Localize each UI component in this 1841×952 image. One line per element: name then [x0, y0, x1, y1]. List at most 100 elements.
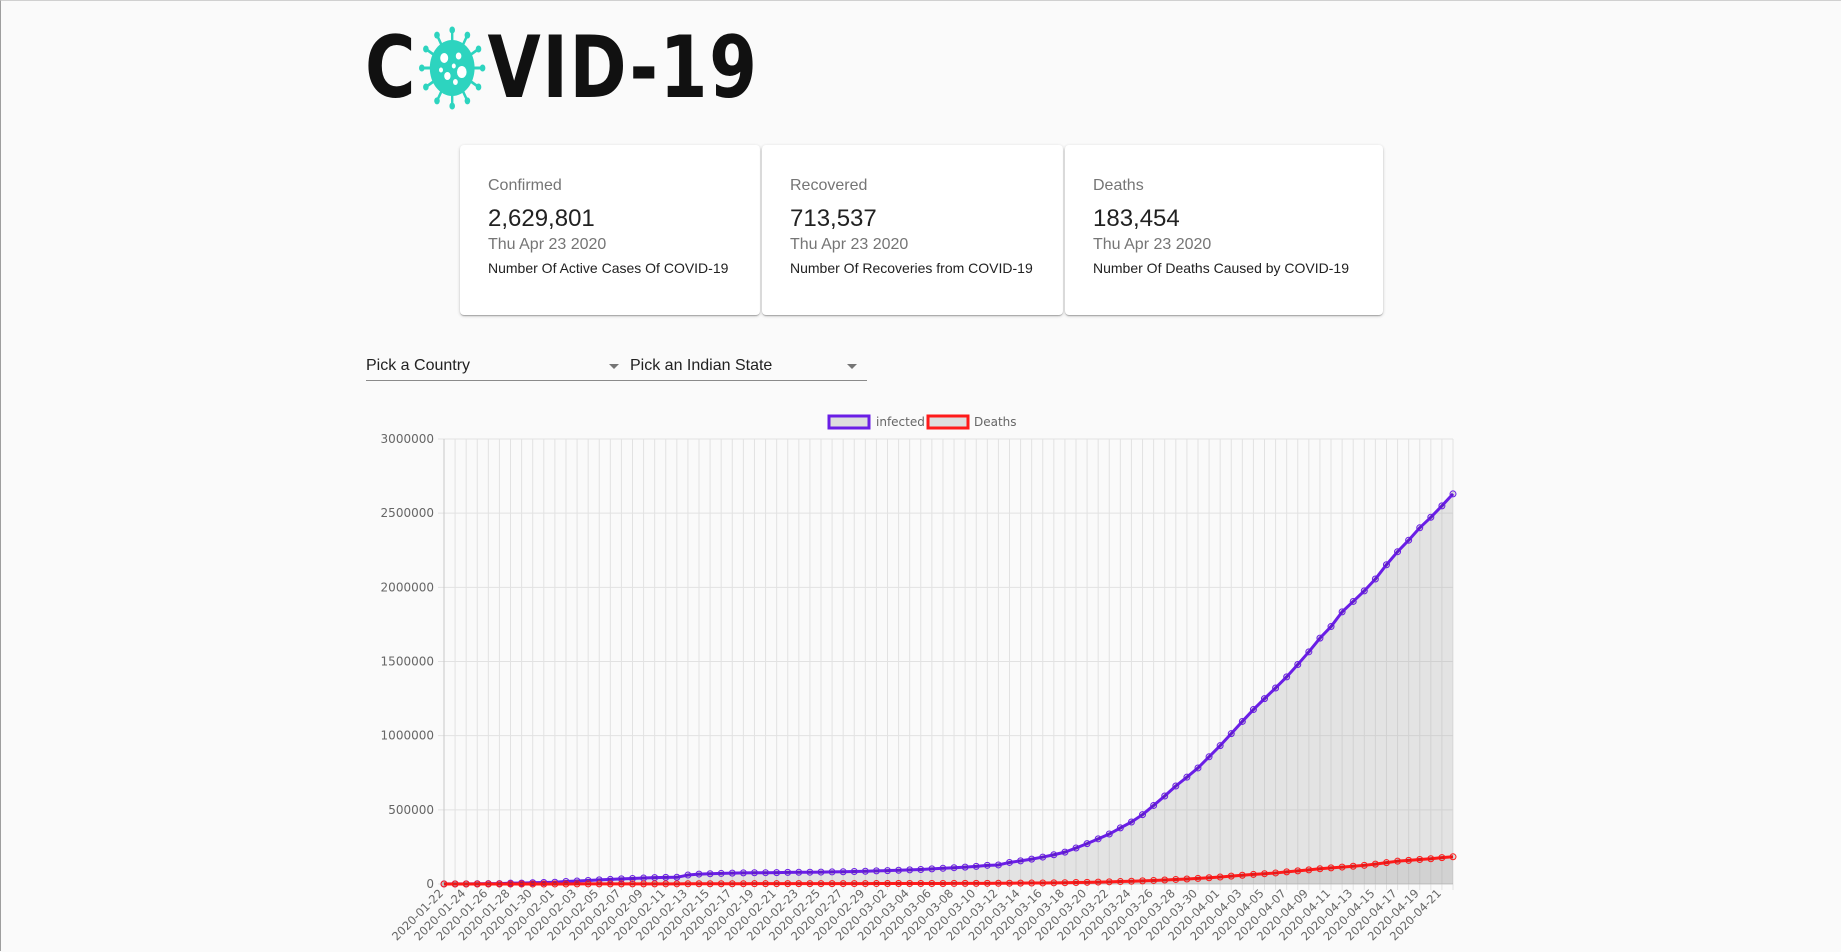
data-point-deaths: [1072, 879, 1080, 887]
virus-spot: [439, 67, 444, 73]
data-point-infected: [695, 870, 703, 878]
data-point-infected: [1161, 792, 1169, 800]
logo-text-right: VID-19: [487, 18, 759, 118]
data-point-infected: [1316, 634, 1324, 642]
data-point-deaths: [695, 880, 703, 888]
data-point-infected: [1072, 844, 1080, 852]
virus-spot: [455, 52, 462, 60]
data-point-deaths: [817, 880, 825, 888]
data-point-deaths: [651, 880, 659, 888]
data-point-deaths: [795, 880, 803, 888]
data-point-deaths: [1371, 860, 1379, 868]
data-point-deaths: [1127, 877, 1135, 885]
data-point-deaths: [917, 880, 925, 888]
card-value: 2,629,801: [488, 205, 595, 232]
card-label: Confirmed: [488, 177, 562, 194]
data-point-infected: [1249, 706, 1257, 714]
data-point-infected: [1405, 536, 1413, 544]
filter-selects: Pick a Country Pick an Indian State: [366, 351, 867, 381]
virus-spot: [451, 63, 456, 69]
data-point-deaths: [1272, 869, 1280, 877]
virus-spike-tip: [464, 31, 471, 39]
x-axis: 2020-01-222020-01-242020-01-262020-01-28…: [389, 886, 1444, 943]
data-point-infected: [1261, 695, 1269, 703]
data-point-deaths: [1261, 870, 1269, 878]
data-point-deaths: [1449, 853, 1457, 861]
data-point-deaths: [739, 880, 747, 888]
virus-spike-tip: [423, 45, 429, 53]
data-point-deaths: [1028, 879, 1036, 887]
data-point-deaths: [529, 880, 537, 888]
data-point-infected: [1005, 858, 1013, 866]
data-point-infected: [1216, 742, 1224, 750]
data-point-deaths: [784, 880, 792, 888]
card-label: Recovered: [790, 177, 868, 194]
data-point-infected: [1183, 773, 1191, 781]
data-point-infected: [1150, 801, 1158, 809]
virus-spike-tip: [449, 102, 456, 110]
data-point-deaths: [1183, 875, 1191, 883]
data-point-deaths: [1394, 857, 1402, 865]
recovered-card: Recovered 713,537 Thu Apr 23 2020 Number…: [762, 145, 1063, 315]
data-point-infected: [972, 862, 980, 870]
data-point-infected: [1227, 730, 1235, 738]
data-point-infected: [917, 865, 925, 873]
data-point-infected: [1094, 835, 1102, 843]
data-point-deaths: [1116, 878, 1124, 886]
card-date: Thu Apr 23 2020: [790, 236, 909, 253]
data-point-deaths: [1050, 879, 1058, 887]
virus-spike-tip: [464, 97, 471, 105]
data-point-deaths: [850, 880, 858, 888]
data-point-infected: [861, 867, 869, 875]
data-point-deaths: [1194, 874, 1202, 882]
virus-icon: [419, 26, 486, 110]
data-point-infected: [1017, 857, 1025, 865]
data-point-deaths: [939, 879, 947, 887]
y-tick-label: 1000000: [381, 729, 434, 743]
state-select[interactable]: Pick an Indian State: [629, 351, 867, 381]
data-point-deaths: [950, 879, 958, 887]
data-point-deaths: [1205, 874, 1213, 882]
data-point-infected: [1083, 840, 1091, 848]
data-point-infected: [1172, 782, 1180, 790]
virus-spot: [457, 66, 467, 78]
data-point-deaths: [1360, 861, 1368, 869]
data-point-infected: [1349, 597, 1357, 605]
data-point-deaths: [1305, 866, 1313, 874]
data-point-deaths: [706, 880, 714, 888]
legend-swatch: [926, 414, 970, 430]
data-point-deaths: [1438, 854, 1446, 862]
data-point-deaths: [1283, 868, 1291, 876]
data-point-deaths: [1238, 871, 1246, 879]
data-point-infected: [1194, 764, 1202, 772]
card-value: 713,537: [790, 205, 877, 232]
data-point-infected: [1205, 753, 1213, 761]
data-point-deaths: [1427, 855, 1435, 863]
data-point-infected: [662, 873, 670, 881]
virus-spike-tip: [479, 64, 486, 72]
data-point-deaths: [1316, 865, 1324, 873]
data-point-infected: [961, 863, 969, 871]
data-point-deaths: [1416, 856, 1424, 864]
data-point-infected: [673, 873, 681, 881]
data-point-infected: [1050, 851, 1058, 859]
data-point-deaths: [1216, 873, 1224, 881]
series-fill-infected: [444, 493, 1453, 884]
logo-text-left: C: [365, 18, 418, 118]
data-point-infected: [1427, 513, 1435, 521]
data-point-deaths: [1150, 876, 1158, 884]
data-point-infected: [939, 864, 947, 872]
card-date: Thu Apr 23 2020: [1093, 236, 1212, 253]
data-point-deaths: [839, 880, 847, 888]
legend-swatch: [827, 414, 871, 430]
country-select[interactable]: Pick a Country: [366, 351, 629, 381]
data-point-deaths: [1227, 872, 1235, 880]
data-point-deaths: [462, 880, 470, 888]
data-point-deaths: [551, 880, 559, 888]
data-point-deaths: [1249, 870, 1257, 878]
data-point-infected: [1371, 575, 1379, 583]
data-point-deaths: [1005, 879, 1013, 887]
card-description: Number Of Deaths Caused by COVID-19: [1093, 260, 1349, 276]
data-point-deaths: [906, 880, 914, 888]
chart-fill-areas: [444, 493, 1453, 884]
